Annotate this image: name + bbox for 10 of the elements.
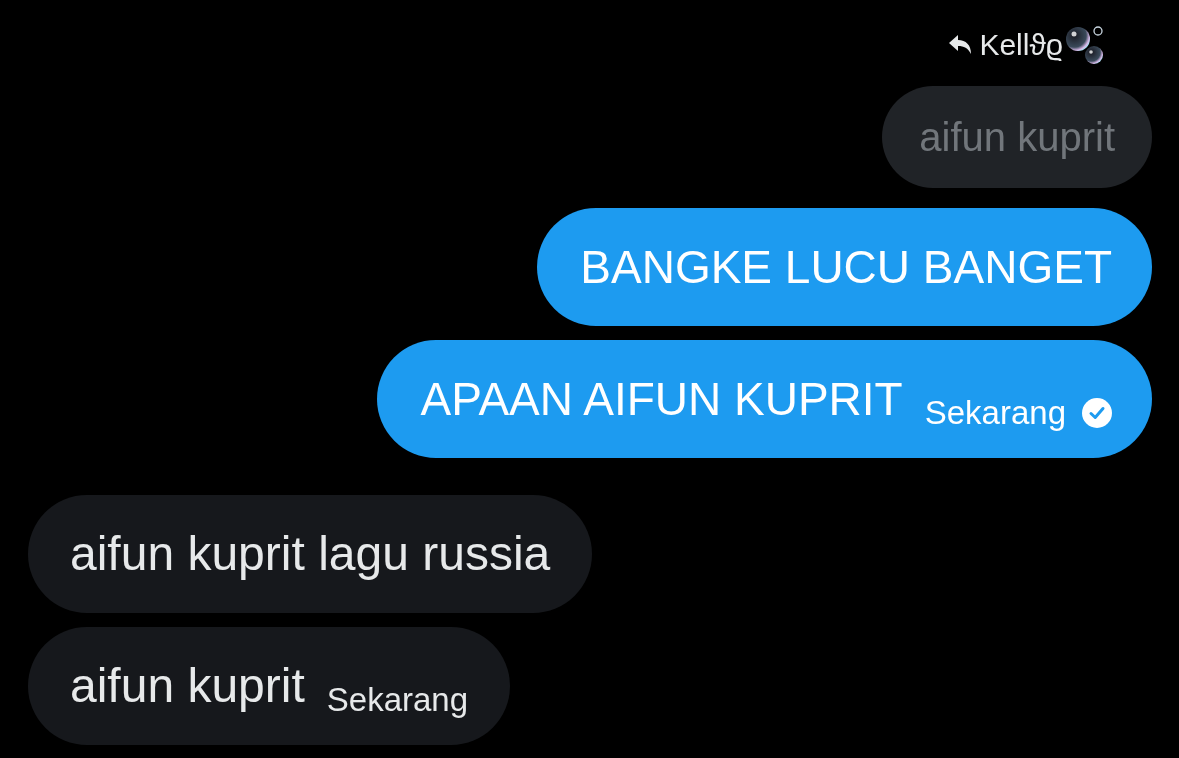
timestamp: Sekarang (326, 681, 469, 719)
message-text: BANGKE LUCU BANGET (580, 241, 1112, 293)
message-text: aifun kuprit lagu russia (70, 527, 551, 581)
message-text: APAAN AIFUN KUPRIT (420, 373, 903, 425)
sender-name: Kellϑϱ (979, 27, 1063, 63)
bubbles-icon (1065, 25, 1105, 65)
timestamp: Sekarang (924, 394, 1066, 432)
message-text: aifun kuprit (919, 114, 1115, 161)
message-text: aifun kuprit (70, 659, 305, 713)
reply-arrow-icon (949, 35, 972, 55)
